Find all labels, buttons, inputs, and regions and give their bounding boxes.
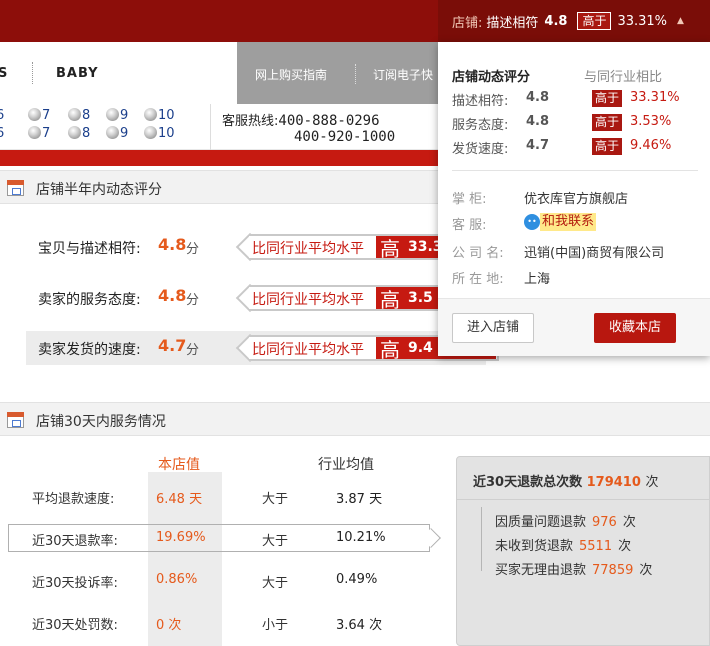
- compare-text: 比同行业平均水平: [252, 241, 364, 257]
- metric-score: 4.8: [544, 13, 568, 29]
- section-title: 店铺30天内服务情况: [36, 414, 166, 430]
- size-option[interactable]: 6: [0, 108, 4, 123]
- nav-item-baby[interactable]: BABY: [56, 66, 99, 81]
- refund-panel: 近30天退款总次数 179410 次 因质量问题退款 976 次 未收到货退款 551…: [456, 456, 710, 646]
- high-badge: 高于: [577, 12, 612, 30]
- service-section-header: 店铺30天内服务情况: [0, 402, 710, 436]
- hotline-number-1: 400-888-0296: [278, 113, 380, 129]
- refund-item: 因质量问题退款 976 次: [495, 515, 636, 530]
- size-option[interactable]: 8: [68, 126, 90, 141]
- rating-unit: 分: [186, 242, 200, 257]
- popup-score-row: 描述相符: 4.8 高于 33.31%: [452, 90, 680, 109]
- nav-divider: [32, 62, 33, 84]
- size-option[interactable]: 8: [68, 108, 90, 123]
- radio-icon: [28, 108, 41, 121]
- size-selector: 6 7 8 9 10 6 7 8 9 10: [0, 108, 200, 144]
- size-option[interactable]: 7: [28, 126, 50, 141]
- rating-score: 4.8: [158, 286, 187, 305]
- compare-text: 比同行业平均水平: [252, 292, 364, 308]
- rating-label: 卖家发货的速度:: [38, 342, 141, 358]
- metric-label: 描述相符: [486, 15, 539, 31]
- size-option[interactable]: 9: [106, 126, 128, 141]
- radio-icon: [68, 108, 81, 121]
- radio-icon: [68, 126, 81, 139]
- wangwang-icon[interactable]: ••: [524, 214, 540, 230]
- rating-unit: 分: [186, 293, 200, 308]
- size-option[interactable]: 9: [106, 108, 128, 123]
- calendar-icon: [7, 180, 24, 196]
- hotline: 客服热线:400-888-0296 400-920-1000: [222, 110, 395, 145]
- size-option[interactable]: 10: [144, 108, 175, 123]
- refund-total: 近30天退款总次数 179410 次: [473, 475, 659, 490]
- rating-label: 宝贝与描述相符:: [38, 241, 141, 257]
- rating-row: 宝贝与描述相符: 4.8 分 比同行业平均水平 高 33.3: [26, 230, 499, 264]
- info-service: 客 服: •• 和我联系: [452, 213, 597, 233]
- rating-unit: 分: [186, 343, 200, 358]
- refund-item: 未收到货退款 5511 次: [495, 539, 632, 554]
- popup-compare-title: 与同行业相比: [584, 70, 663, 85]
- rating-row: 卖家发货的速度: 4.7 分 比同行业平均水平 高 9.4: [26, 331, 499, 365]
- column-header-industry: 行业均值: [318, 457, 374, 473]
- nav-item-partial[interactable]: S: [0, 66, 8, 81]
- shop-score-toggle[interactable]: 店铺: 描述相符 4.8 高于 33.31% ▲: [438, 0, 710, 42]
- popup-title: 店铺动态评分: [452, 70, 531, 85]
- size-option[interactable]: 10: [144, 126, 175, 141]
- service-row: 近30天处罚数: 0 次 小于 3.64 次: [32, 618, 383, 633]
- column-header-shop: 本店值: [158, 457, 200, 473]
- enter-shop-button[interactable]: 进入店铺: [452, 313, 534, 343]
- section-title: 店铺半年内动态评分: [36, 182, 162, 198]
- radio-icon: [106, 126, 119, 139]
- service-row: 近30天投诉率: 0.86% 大于 0.49%: [32, 572, 378, 591]
- info-location: 所 在 地: 上海: [452, 272, 551, 287]
- rating-score: 4.8: [158, 235, 187, 254]
- radio-icon: [28, 126, 41, 139]
- nav-help-area: 网上购买指南 订阅电子快: [237, 42, 442, 104]
- calendar-icon: [7, 412, 24, 428]
- radio-icon: [144, 108, 157, 121]
- refund-item: 买家无理由退款 77859 次: [495, 563, 653, 578]
- size-option[interactable]: 6: [0, 126, 4, 141]
- service-row: 近30天退款率: 19.69% 大于 10.21%: [32, 530, 386, 549]
- size-line-2: 6 7 8 9 10: [0, 126, 200, 144]
- size-line-1: 6 7 8 9 10: [0, 108, 200, 126]
- nav-divider: [355, 64, 356, 84]
- nav-link-buying-guide[interactable]: 网上购买指南: [255, 66, 327, 83]
- info-company: 公 司 名: 迅销(中国)商贸有限公司: [452, 246, 665, 261]
- divider: [210, 104, 211, 150]
- service-row: 平均退款速度: 6.48 天 大于 3.87 天: [32, 492, 383, 507]
- shop-rating-popup: 店铺动态评分 与同行业相比 描述相符: 4.8 高于 33.31% 服务态度: …: [438, 42, 710, 356]
- radio-icon: [144, 126, 157, 139]
- caret-up-icon[interactable]: ▲: [677, 16, 684, 26]
- popup-score-row: 发货速度: 4.7 高于 9.46%: [452, 138, 672, 157]
- popup-score-row: 服务态度: 4.8 高于 3.53%: [452, 114, 672, 133]
- nav-link-subscribe[interactable]: 订阅电子快: [373, 66, 442, 83]
- hotline-number-2: 400-920-1000: [294, 129, 396, 145]
- size-option[interactable]: 7: [28, 108, 50, 123]
- hotline-label: 客服热线:: [222, 114, 279, 129]
- rating-label: 卖家的服务态度:: [38, 292, 141, 308]
- rating-score: 4.7: [158, 336, 187, 355]
- shop-label: 店铺:: [452, 15, 483, 31]
- popup-footer: 进入店铺 收藏本店: [438, 298, 710, 356]
- metric-percent: 33.31%: [617, 13, 668, 29]
- radio-icon: [106, 108, 119, 121]
- contact-me-link[interactable]: 和我联系: [540, 213, 597, 231]
- favorite-shop-button[interactable]: 收藏本店: [594, 313, 676, 343]
- info-keeper: 掌 柜: 优衣库官方旗舰店: [452, 192, 629, 207]
- compare-text: 比同行业平均水平: [252, 342, 364, 358]
- rating-row: 卖家的服务态度: 4.8 分 比同行业平均水平 高 3.5: [26, 281, 499, 315]
